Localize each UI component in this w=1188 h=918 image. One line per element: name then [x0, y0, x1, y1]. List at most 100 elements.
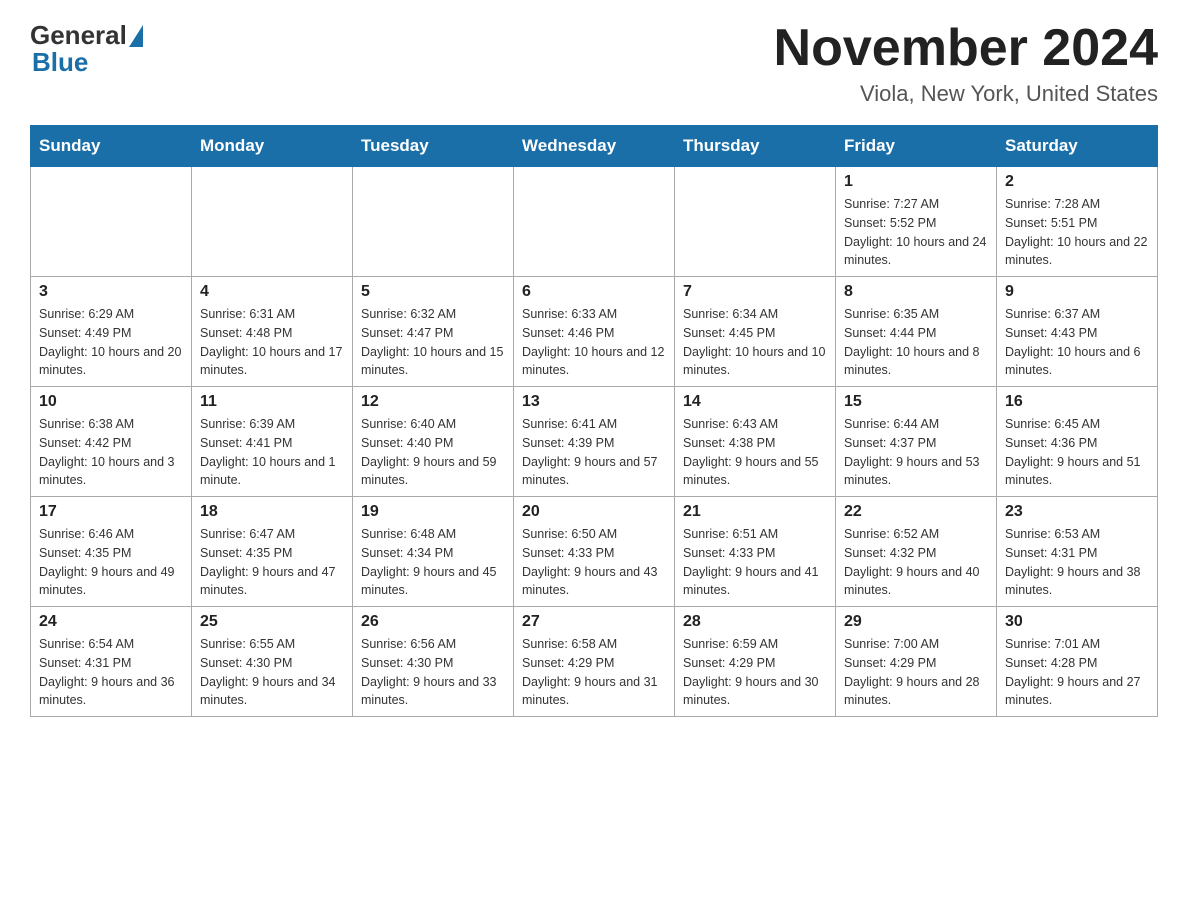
col-header-sunday: Sunday [31, 126, 192, 167]
calendar-cell: 20 Sunrise: 6:50 AMSunset: 4:33 PMDayligh… [514, 497, 675, 607]
week-row-5: 24 Sunrise: 6:54 AMSunset: 4:31 PMDayligh… [31, 607, 1158, 717]
calendar-cell: 2 Sunrise: 7:28 AMSunset: 5:51 PMDaylight… [997, 167, 1158, 277]
calendar-cell: 5 Sunrise: 6:32 AMSunset: 4:47 PMDaylight… [353, 277, 514, 387]
calendar-cell: 11 Sunrise: 6:39 AMSunset: 4:41 PMDayligh… [192, 387, 353, 497]
title-block: November 2024 Viola, New York, United St… [774, 20, 1158, 107]
day-number: 8 [844, 283, 988, 301]
day-number: 2 [1005, 173, 1149, 191]
calendar-cell: 4 Sunrise: 6:31 AMSunset: 4:48 PMDaylight… [192, 277, 353, 387]
day-number: 10 [39, 393, 183, 411]
day-info: Sunrise: 6:56 AMSunset: 4:30 PMDaylight:… [361, 635, 505, 710]
calendar-cell: 30 Sunrise: 7:01 AMSunset: 4:28 PMDayligh… [997, 607, 1158, 717]
week-row-4: 17Sunrise: 6:46 AMSunset: 4:35 PMDayligh… [31, 497, 1158, 607]
day-info: Sunrise: 6:44 AMSunset: 4:37 PMDaylight:… [844, 415, 988, 490]
calendar-cell [675, 167, 836, 277]
month-title: November 2024 [774, 20, 1158, 77]
week-row-1: 1Sunrise: 7:27 AMSunset: 5:52 PMDaylight… [31, 167, 1158, 277]
day-number: 20 [522, 503, 666, 521]
day-info: Sunrise: 6:34 AMSunset: 4:45 PMDaylight:… [683, 305, 827, 380]
day-info: Sunrise: 6:54 AMSunset: 4:31 PMDaylight:… [39, 635, 183, 710]
day-info: Sunrise: 6:33 AMSunset: 4:46 PMDaylight:… [522, 305, 666, 380]
day-number: 4 [200, 283, 344, 301]
calendar-table: SundayMondayTuesdayWednesdayThursdayFrid… [30, 125, 1158, 717]
day-info: Sunrise: 6:32 AMSunset: 4:47 PMDaylight:… [361, 305, 505, 380]
calendar-cell: 14 Sunrise: 6:43 AMSunset: 4:38 PMDayligh… [675, 387, 836, 497]
day-number: 18 [200, 503, 344, 521]
day-info: Sunrise: 6:35 AMSunset: 4:44 PMDaylight:… [844, 305, 988, 380]
day-info: Sunrise: 6:45 AMSunset: 4:36 PMDaylight:… [1005, 415, 1149, 490]
calendar-header-row: SundayMondayTuesdayWednesdayThursdayFrid… [31, 126, 1158, 167]
calendar-cell: 1Sunrise: 7:27 AMSunset: 5:52 PMDaylight… [836, 167, 997, 277]
day-info: Sunrise: 7:00 AMSunset: 4:29 PMDaylight:… [844, 635, 988, 710]
day-number: 13 [522, 393, 666, 411]
day-number: 16 [1005, 393, 1149, 411]
day-info: Sunrise: 6:55 AMSunset: 4:30 PMDaylight:… [200, 635, 344, 710]
calendar-cell [192, 167, 353, 277]
day-number: 6 [522, 283, 666, 301]
calendar-cell: 24 Sunrise: 6:54 AMSunset: 4:31 PMDayligh… [31, 607, 192, 717]
calendar-cell: 7 Sunrise: 6:34 AMSunset: 4:45 PMDaylight… [675, 277, 836, 387]
calendar-cell: 6 Sunrise: 6:33 AMSunset: 4:46 PMDaylight… [514, 277, 675, 387]
day-info: Sunrise: 6:59 AMSunset: 4:29 PMDaylight:… [683, 635, 827, 710]
day-number: 29 [844, 613, 988, 631]
calendar-cell: 13 Sunrise: 6:41 AMSunset: 4:39 PMDayligh… [514, 387, 675, 497]
calendar-cell: 10 Sunrise: 6:38 AMSunset: 4:42 PMDayligh… [31, 387, 192, 497]
day-number: 14 [683, 393, 827, 411]
day-info: Sunrise: 6:39 AMSunset: 4:41 PMDaylight:… [200, 415, 344, 490]
day-info: Sunrise: 6:38 AMSunset: 4:42 PMDaylight:… [39, 415, 183, 490]
calendar-cell: 16 Sunrise: 6:45 AMSunset: 4:36 PMDayligh… [997, 387, 1158, 497]
col-header-wednesday: Wednesday [514, 126, 675, 167]
day-number: 3 [39, 283, 183, 301]
day-info: Sunrise: 6:50 AMSunset: 4:33 PMDaylight:… [522, 525, 666, 600]
calendar-cell: 15 Sunrise: 6:44 AMSunset: 4:37 PMDayligh… [836, 387, 997, 497]
logo: General Blue [30, 20, 143, 78]
calendar-cell [514, 167, 675, 277]
day-info: Sunrise: 7:01 AMSunset: 4:28 PMDaylight:… [1005, 635, 1149, 710]
day-info: Sunrise: 6:46 AMSunset: 4:35 PMDaylight:… [39, 525, 183, 600]
day-info: Sunrise: 6:53 AMSunset: 4:31 PMDaylight:… [1005, 525, 1149, 600]
day-info: Sunrise: 6:37 AMSunset: 4:43 PMDaylight:… [1005, 305, 1149, 380]
calendar-cell [31, 167, 192, 277]
day-number: 26 [361, 613, 505, 631]
day-info: Sunrise: 6:47 AMSunset: 4:35 PMDaylight:… [200, 525, 344, 600]
day-number: 12 [361, 393, 505, 411]
calendar-cell: 12Sunrise: 6:40 AMSunset: 4:40 PMDayligh… [353, 387, 514, 497]
day-number: 5 [361, 283, 505, 301]
day-info: Sunrise: 6:43 AMSunset: 4:38 PMDaylight:… [683, 415, 827, 490]
day-info: Sunrise: 7:28 AMSunset: 5:51 PMDaylight:… [1005, 195, 1149, 270]
calendar-cell: 18 Sunrise: 6:47 AMSunset: 4:35 PMDayligh… [192, 497, 353, 607]
calendar-cell: 22 Sunrise: 6:52 AMSunset: 4:32 PMDayligh… [836, 497, 997, 607]
calendar-cell: 26 Sunrise: 6:56 AMSunset: 4:30 PMDayligh… [353, 607, 514, 717]
calendar-cell: 25 Sunrise: 6:55 AMSunset: 4:30 PMDayligh… [192, 607, 353, 717]
day-number: 9 [1005, 283, 1149, 301]
calendar-cell: 3Sunrise: 6:29 AMSunset: 4:49 PMDaylight… [31, 277, 192, 387]
week-row-3: 10 Sunrise: 6:38 AMSunset: 4:42 PMDayligh… [31, 387, 1158, 497]
calendar-cell: 17Sunrise: 6:46 AMSunset: 4:35 PMDayligh… [31, 497, 192, 607]
day-number: 25 [200, 613, 344, 631]
col-header-saturday: Saturday [997, 126, 1158, 167]
day-info: Sunrise: 6:41 AMSunset: 4:39 PMDaylight:… [522, 415, 666, 490]
week-row-2: 3Sunrise: 6:29 AMSunset: 4:49 PMDaylight… [31, 277, 1158, 387]
calendar-cell: 19Sunrise: 6:48 AMSunset: 4:34 PMDayligh… [353, 497, 514, 607]
day-number: 24 [39, 613, 183, 631]
day-number: 15 [844, 393, 988, 411]
col-header-tuesday: Tuesday [353, 126, 514, 167]
calendar-cell: 23Sunrise: 6:53 AMSunset: 4:31 PMDayligh… [997, 497, 1158, 607]
day-number: 7 [683, 283, 827, 301]
col-header-monday: Monday [192, 126, 353, 167]
day-info: Sunrise: 6:52 AMSunset: 4:32 PMDaylight:… [844, 525, 988, 600]
day-info: Sunrise: 7:27 AMSunset: 5:52 PMDaylight:… [844, 195, 988, 270]
day-number: 21 [683, 503, 827, 521]
calendar-cell [353, 167, 514, 277]
col-header-friday: Friday [836, 126, 997, 167]
calendar-cell: 21Sunrise: 6:51 AMSunset: 4:33 PMDayligh… [675, 497, 836, 607]
calendar-cell: 8 Sunrise: 6:35 AMSunset: 4:44 PMDaylight… [836, 277, 997, 387]
day-info: Sunrise: 6:31 AMSunset: 4:48 PMDaylight:… [200, 305, 344, 380]
day-number: 22 [844, 503, 988, 521]
day-number: 19 [361, 503, 505, 521]
day-number: 30 [1005, 613, 1149, 631]
logo-triangle-icon [129, 25, 143, 47]
day-number: 27 [522, 613, 666, 631]
day-number: 11 [200, 393, 344, 411]
day-number: 28 [683, 613, 827, 631]
